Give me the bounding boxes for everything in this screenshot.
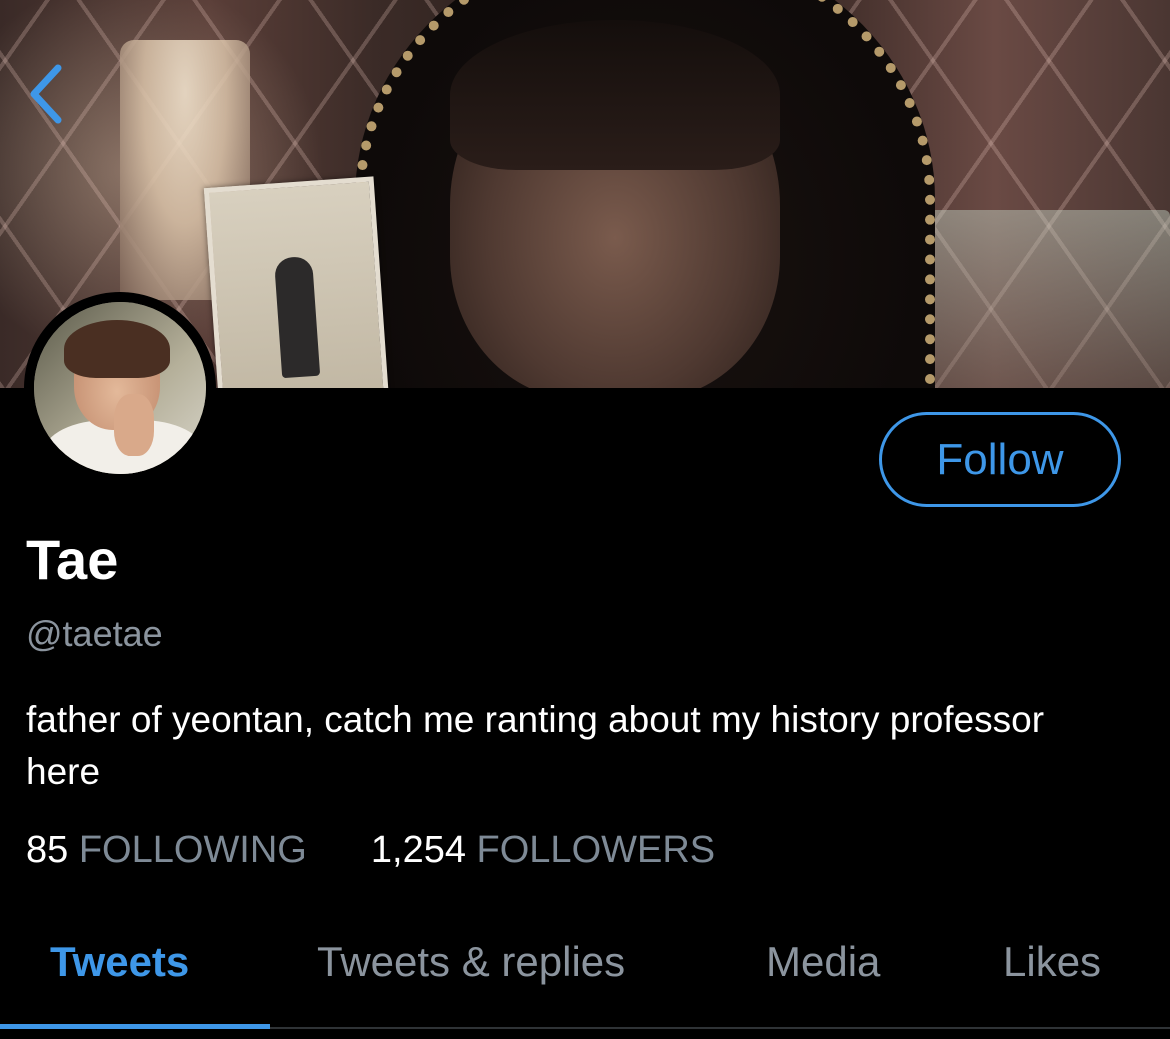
following-count: 85 — [26, 829, 69, 871]
followers-stat[interactable]: 1,254 FOLLOWERS — [371, 826, 715, 874]
profile-tabs: Tweets Tweets & replies Media Likes — [0, 900, 1170, 1029]
avatar-photo — [34, 302, 206, 474]
active-tab-indicator — [0, 1024, 270, 1029]
followers-label: FOLLOWERS — [476, 829, 716, 871]
avatar[interactable] — [24, 292, 216, 484]
tarot-card-figure — [273, 255, 321, 379]
banner-tarot-card — [203, 176, 391, 388]
chevron-left-icon — [30, 64, 62, 124]
follow-button[interactable]: Follow — [879, 412, 1121, 507]
tab-tweets-and-replies[interactable]: Tweets & replies — [317, 936, 625, 988]
tab-tweets[interactable]: Tweets — [50, 936, 189, 988]
banner-glassware — [900, 210, 1170, 388]
user-handle: @taetae — [26, 613, 163, 654]
display-name: Tae — [26, 528, 119, 591]
tab-media[interactable]: Media — [766, 936, 880, 988]
back-button[interactable] — [24, 62, 68, 126]
following-label: FOLLOWING — [78, 829, 307, 871]
following-stat[interactable]: 85 FOLLOWING — [26, 826, 307, 874]
profile-bio: father of yeontan, catch me ranting abou… — [26, 699, 1045, 792]
tab-likes[interactable]: Likes — [1003, 936, 1101, 988]
profile-stats: 85 FOLLOWING 1,254 FOLLOWERS — [26, 826, 715, 874]
banner-hair — [450, 20, 780, 170]
followers-count: 1,254 — [370, 829, 466, 871]
